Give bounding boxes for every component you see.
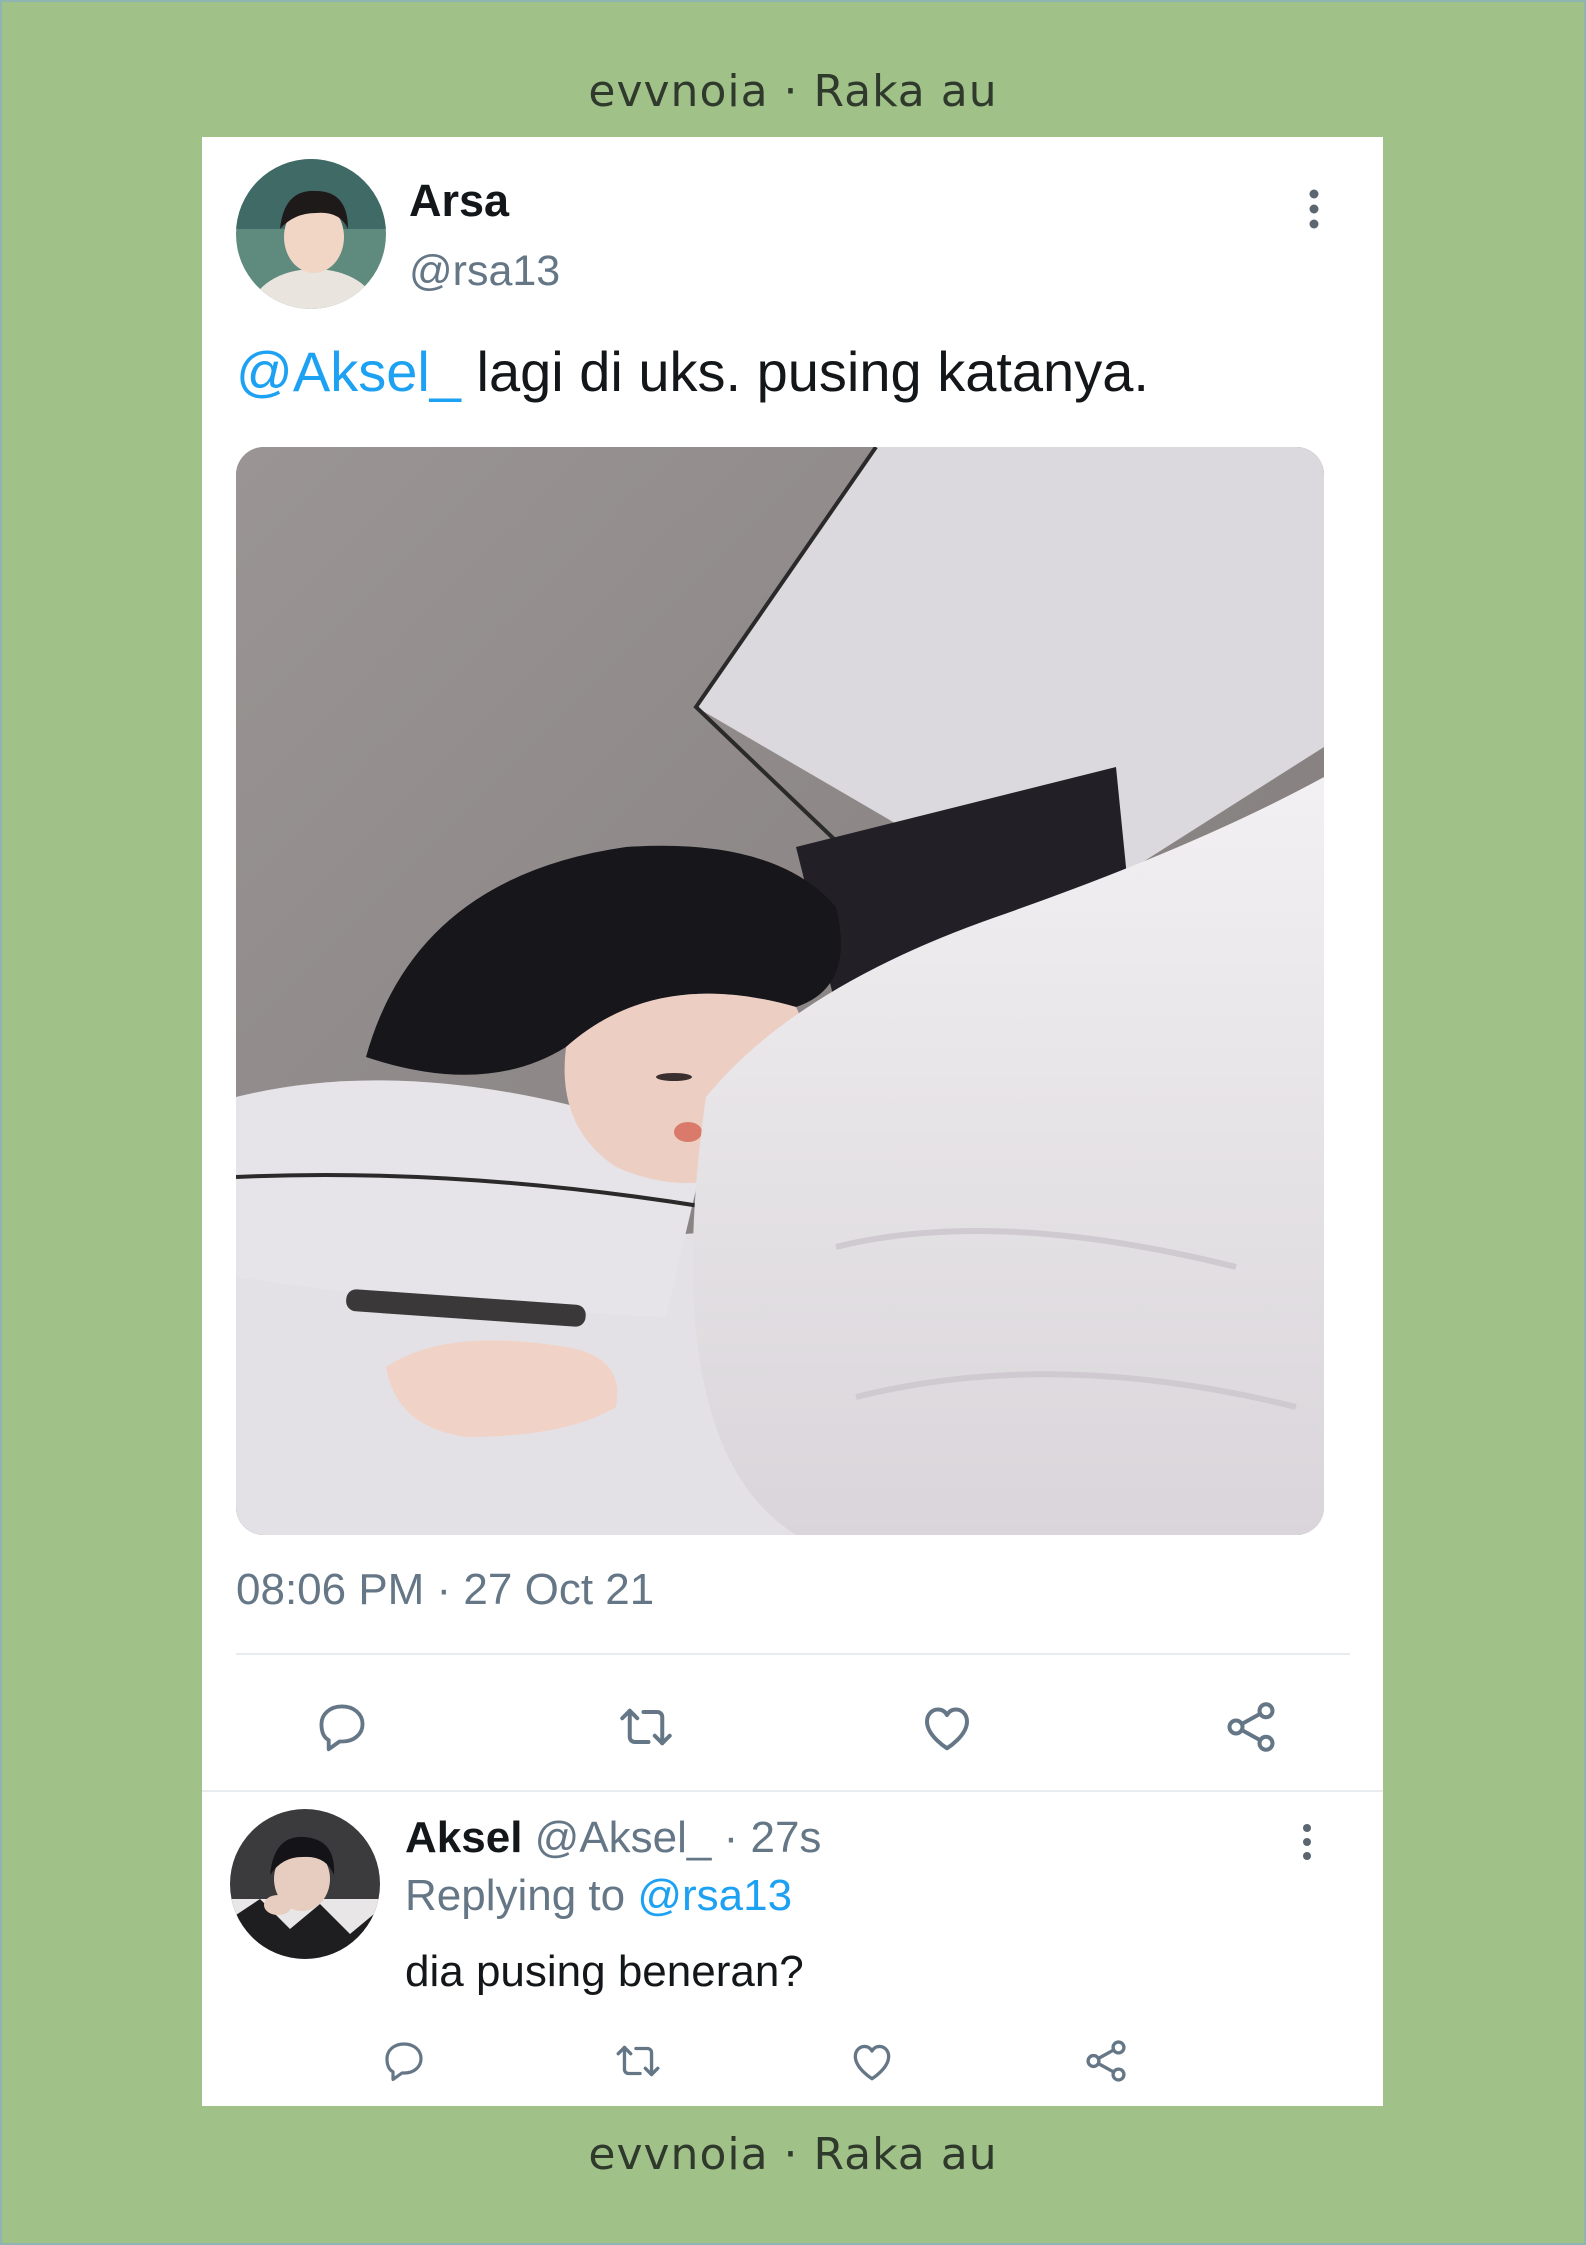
watermark-top: evvnoia · Raka au <box>588 66 998 117</box>
reply-more-options-icon[interactable] <box>1296 1822 1318 1862</box>
author-avatar[interactable] <box>236 159 386 309</box>
reply-text: dia pusing beneran? <box>405 1947 804 1996</box>
reply-author-avatar[interactable] <box>230 1809 380 1959</box>
tweet-timestamp[interactable]: 08:06 PM · 27 Oct 21 <box>236 1565 654 1615</box>
replying-prefix: Replying to <box>405 1871 638 1920</box>
share-icon[interactable] <box>1211 1687 1291 1767</box>
reply-meta: @Aksel_ · 27s <box>522 1813 822 1862</box>
divider <box>236 1653 1350 1655</box>
mention-link[interactable]: @Aksel_ <box>236 340 461 403</box>
replying-handle-link[interactable]: @rsa13 <box>637 1871 792 1920</box>
author-name[interactable]: Arsa <box>409 175 509 227</box>
reply-header: Aksel @Aksel_ · 27s <box>405 1813 821 1863</box>
tweet-actions <box>202 1687 1383 1767</box>
reply-author-name[interactable]: Aksel <box>405 1813 522 1862</box>
reply-actions <box>202 2031 1383 2091</box>
divider <box>202 1790 1383 1792</box>
retweet-icon[interactable] <box>608 2031 668 2091</box>
share-icon[interactable] <box>1076 2031 1136 2091</box>
more-options-icon[interactable] <box>1302 187 1326 231</box>
replying-to: Replying to @rsa13 <box>405 1871 792 1921</box>
author-handle[interactable]: @rsa13 <box>409 247 560 296</box>
like-icon[interactable] <box>842 2031 902 2091</box>
tweet-card: Arsa @rsa13 @Aksel_ lagi di uks. pusing … <box>202 137 1383 2106</box>
like-icon[interactable] <box>907 1687 987 1767</box>
tweet-body: lagi di uks. pusing katanya. <box>460 340 1149 403</box>
reply-icon[interactable] <box>302 1687 382 1767</box>
tweet-text: @Aksel_ lagi di uks. pusing katanya. <box>236 339 1149 404</box>
tweet-media-image[interactable] <box>236 447 1324 1535</box>
watermark-bottom: evvnoia · Raka au <box>588 2129 998 2180</box>
reply-icon[interactable] <box>374 2031 434 2091</box>
retweet-icon[interactable] <box>606 1687 686 1767</box>
